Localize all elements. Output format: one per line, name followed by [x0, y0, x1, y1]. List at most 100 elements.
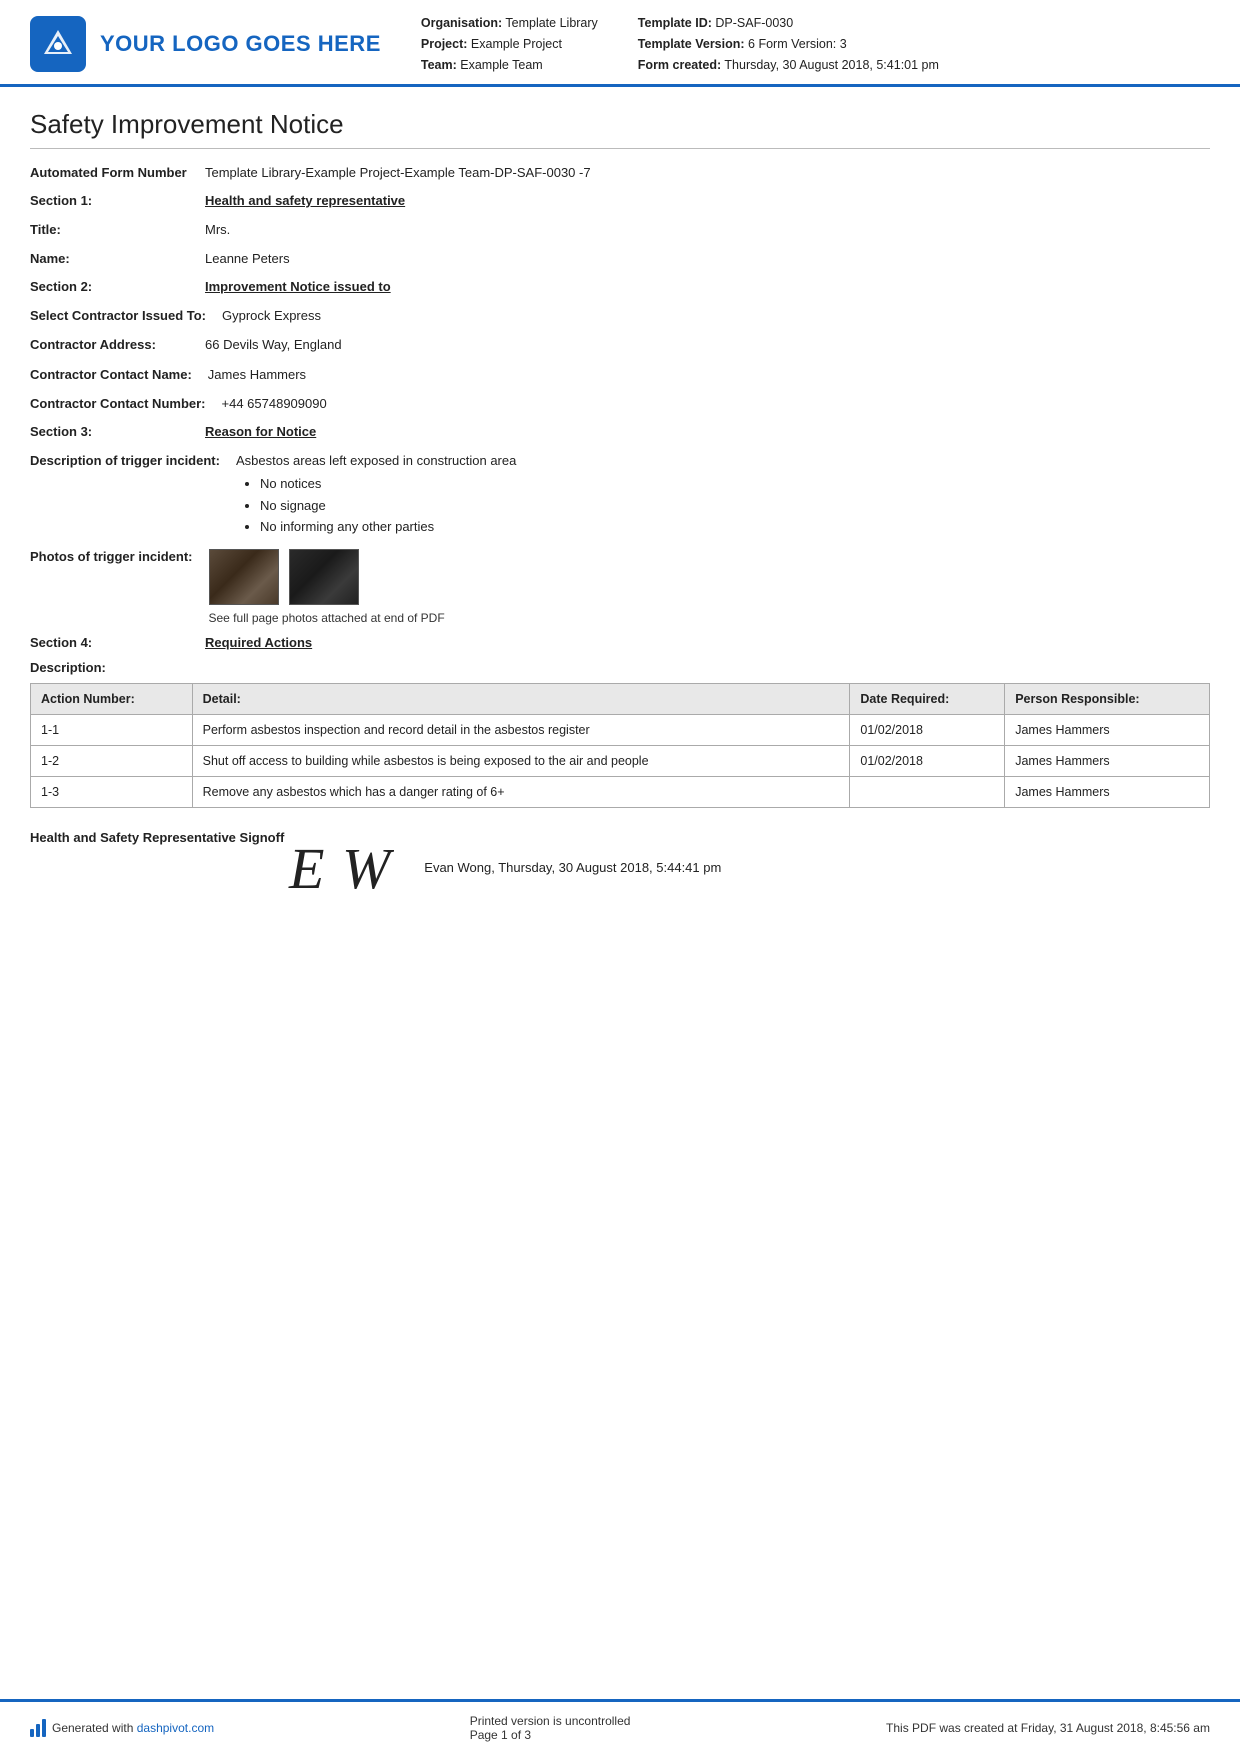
td-detail: Remove any asbestos which has a danger r…: [192, 776, 850, 807]
td-person-responsible: James Hammers: [1005, 745, 1210, 776]
meta-col-left: Organisation: Template Library Project: …: [421, 14, 598, 74]
signoff-content: E W Evan Wong, Thursday, 30 August 2018,…: [284, 828, 721, 907]
header-meta: Organisation: Template Library Project: …: [401, 14, 1210, 74]
td-detail: Perform asbestos inspection and record d…: [192, 714, 850, 745]
table-row: 1-2Shut off access to building while asb…: [31, 745, 1210, 776]
form-version-label: Form Version:: [758, 37, 836, 51]
contractor-contact-row: Contractor Contact Name: James Hammers: [30, 365, 1210, 385]
svg-text:W: W: [342, 836, 394, 898]
section4-row: Section 4: Required Actions: [30, 635, 1210, 650]
page: YOUR LOGO GOES HERE Organisation: Templa…: [0, 0, 1240, 1754]
photos-thumbs: [209, 549, 445, 605]
actions-tbody: 1-1Perform asbestos inspection and recor…: [31, 714, 1210, 807]
name-value: Leanne Peters: [205, 249, 1210, 269]
trigger-row: Description of trigger incident: Asbesto…: [30, 451, 1210, 539]
logo-text: YOUR LOGO GOES HERE: [100, 31, 381, 57]
template-id-label: Template ID:: [638, 16, 712, 30]
table-row: 1-1Perform asbestos inspection and recor…: [31, 714, 1210, 745]
section2-label: Section 2:: [30, 279, 205, 294]
th-person-responsible: Person Responsible:: [1005, 683, 1210, 714]
contractor-address-row: Contractor Address: 66 Devils Way, Engla…: [30, 335, 1210, 355]
contractor-contact-value: James Hammers: [208, 365, 1210, 385]
template-version-line: Template Version: 6 Form Version: 3: [638, 35, 939, 54]
team-line: Team: Example Team: [421, 56, 598, 75]
signoff-section: Health and Safety Representative Signoff…: [30, 828, 1210, 907]
td-date-required: 01/02/2018: [850, 714, 1005, 745]
table-row: 1-3Remove any asbestos which has a dange…: [31, 776, 1210, 807]
project-value: Example Project: [471, 37, 562, 51]
td-person-responsible: James Hammers: [1005, 714, 1210, 745]
template-id-line: Template ID: DP-SAF-0030: [638, 14, 939, 33]
section4-value: Required Actions: [205, 635, 312, 650]
bar3: [42, 1719, 46, 1737]
trigger-main: Asbestos areas left exposed in construct…: [236, 451, 1210, 471]
contractor-phone-label: Contractor Contact Number:: [30, 394, 222, 414]
brand-link[interactable]: dashpivot.com: [137, 1721, 214, 1735]
footer-middle: Printed version is uncontrolled Page 1 o…: [470, 1714, 631, 1742]
brand-icon: [30, 1719, 46, 1737]
title-label: Title:: [30, 220, 205, 240]
actions-table: Action Number: Detail: Date Required: Pe…: [30, 683, 1210, 808]
th-date-required: Date Required:: [850, 683, 1005, 714]
photo-thumb-1: [209, 549, 279, 605]
footer-page: Page 1 of 3: [470, 1728, 631, 1742]
th-action-number: Action Number:: [31, 683, 193, 714]
trigger-label: Description of trigger incident:: [30, 451, 236, 471]
table-section: Description: Action Number: Detail: Date…: [30, 660, 1210, 808]
org-line: Organisation: Template Library: [421, 14, 598, 33]
contractor-address-label: Contractor Address:: [30, 335, 205, 355]
template-version-value: 6: [748, 37, 755, 51]
table-desc-label: Description:: [30, 660, 1210, 675]
bullet-3: No informing any other parties: [260, 517, 1210, 537]
section4-label: Section 4:: [30, 635, 205, 650]
footer-brand: Generated with dashpivot.com: [30, 1719, 214, 1737]
contractor-phone-value: +44 65748909090: [222, 394, 1210, 414]
main-content: Safety Improvement Notice Automated Form…: [0, 87, 1240, 1699]
td-action-number: 1-3: [31, 776, 193, 807]
header: YOUR LOGO GOES HERE Organisation: Templa…: [0, 0, 1240, 87]
template-id-value: DP-SAF-0030: [715, 16, 793, 30]
photos-row: Photos of trigger incident: See full pag…: [30, 549, 1210, 625]
td-date-required: 01/02/2018: [850, 745, 1005, 776]
bullet-1: No notices: [260, 474, 1210, 494]
form-created-line: Form created: Thursday, 30 August 2018, …: [638, 56, 939, 75]
name-row: Name: Leanne Peters: [30, 249, 1210, 269]
section1-value: Health and safety representative: [205, 193, 405, 208]
name-label: Name:: [30, 249, 205, 269]
contractor-label: Select Contractor Issued To:: [30, 306, 222, 326]
project-line: Project: Example Project: [421, 35, 598, 54]
auto-form-label: Automated Form Number: [30, 163, 205, 183]
svg-text:E: E: [288, 836, 324, 898]
contractor-row: Select Contractor Issued To: Gyprock Exp…: [30, 306, 1210, 326]
section2-value: Improvement Notice issued to: [205, 279, 391, 294]
brand-text: Generated with dashpivot.com: [52, 1721, 214, 1735]
signature-svg: E W: [284, 828, 394, 898]
team-value: Example Team: [460, 58, 542, 72]
logo-icon: [30, 16, 86, 72]
section1-row: Section 1: Health and safety representat…: [30, 193, 1210, 208]
auto-form-row: Automated Form Number Template Library-E…: [30, 163, 1210, 183]
org-value: Template Library: [505, 16, 597, 30]
org-label: Organisation:: [421, 16, 502, 30]
photos-content: See full page photos attached at end of …: [209, 549, 445, 625]
th-detail: Detail:: [192, 683, 850, 714]
section3-value: Reason for Notice: [205, 424, 316, 439]
brand-generated: Generated with: [52, 1721, 133, 1735]
team-label: Team:: [421, 58, 457, 72]
contractor-value: Gyprock Express: [222, 306, 1210, 326]
signoff-name: Evan Wong, Thursday, 30 August 2018, 5:4…: [424, 860, 721, 875]
td-date-required: [850, 776, 1005, 807]
signoff-label: Health and Safety Representative Signoff: [30, 828, 284, 848]
title-row: Title: Mrs.: [30, 220, 1210, 240]
section3-row: Section 3: Reason for Notice: [30, 424, 1210, 439]
contractor-phone-row: Contractor Contact Number: +44 657489090…: [30, 394, 1210, 414]
doc-title: Safety Improvement Notice: [30, 109, 1210, 149]
project-label: Project:: [421, 37, 468, 51]
title-value: Mrs.: [205, 220, 1210, 240]
bullet-2: No signage: [260, 496, 1210, 516]
form-created-value: Thursday, 30 August 2018, 5:41:01 pm: [724, 58, 939, 72]
td-action-number: 1-2: [31, 745, 193, 776]
bar1: [30, 1729, 34, 1737]
td-action-number: 1-1: [31, 714, 193, 745]
trigger-bullets: No notices No signage No informing any o…: [236, 474, 1210, 537]
